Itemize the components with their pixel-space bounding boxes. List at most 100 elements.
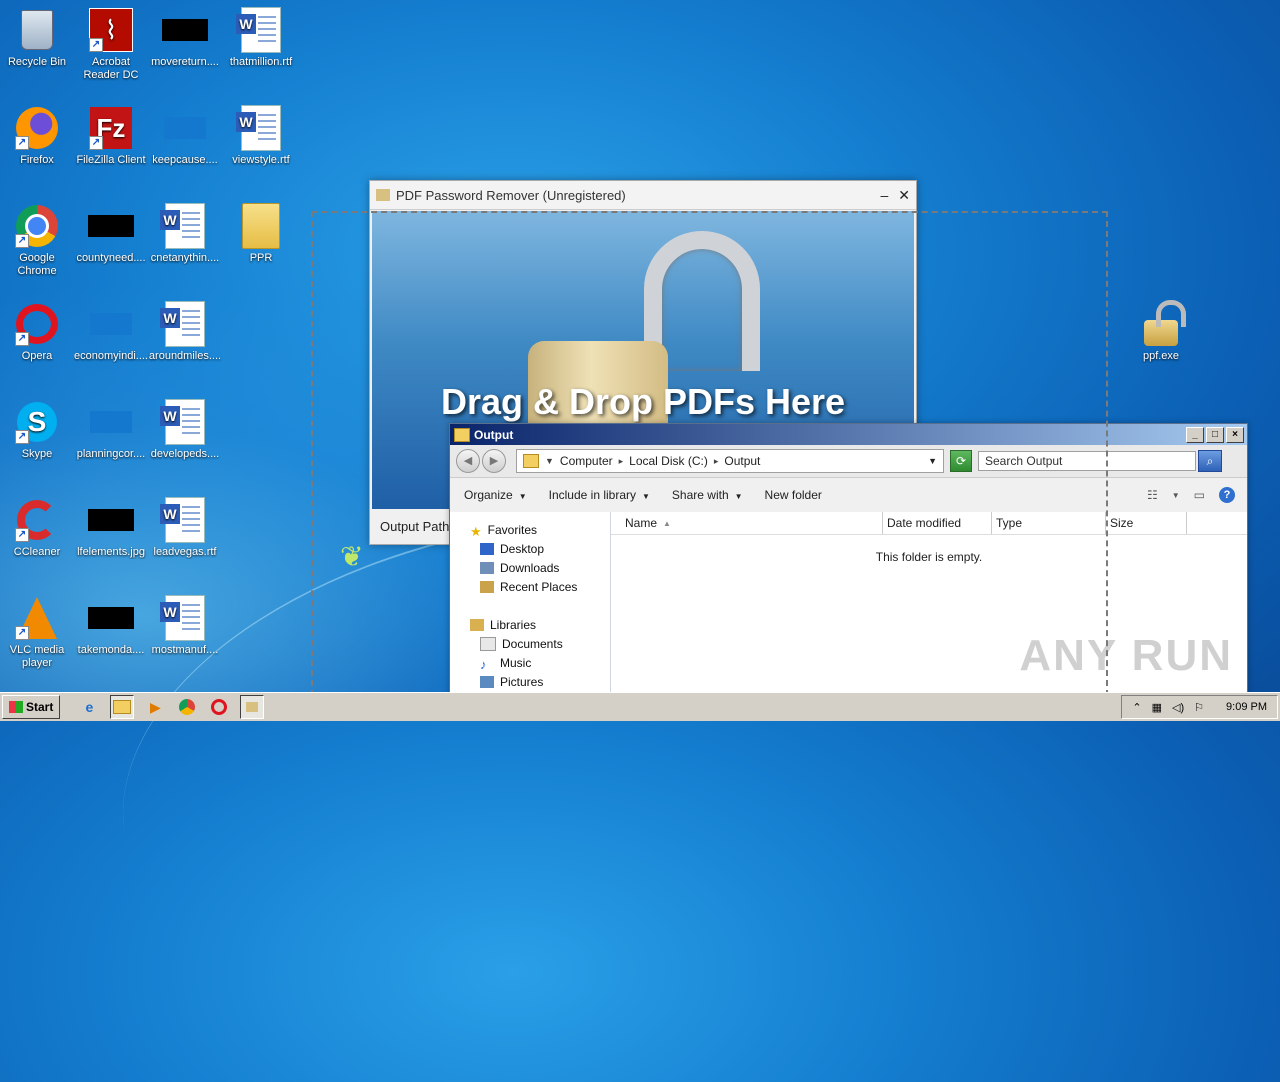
address-row: ◀ ▶ ▼ Computer ▸ Local Disk (C:) ▸ Outpu… [450,445,1247,478]
network-icon[interactable]: ▦ [1152,701,1162,714]
include-in-library-button[interactable]: Include in library ▼ [549,488,650,502]
close-button[interactable]: × [1226,426,1244,443]
share-label: Share with [671,488,729,502]
desktop-icon-takemonda[interactable]: takemonda.... [74,594,148,657]
desktop-icon-vlc[interactable]: ↗ VLC media player [0,594,74,670]
chevron-up-icon[interactable]: ⌃ [1132,701,1141,714]
breadcrumb-output[interactable]: Output [724,454,760,468]
desktop-icon-acrobat[interactable]: ⌇ ↗ Acrobat Reader DC [74,6,148,82]
nav-label: Downloads [500,560,560,575]
maximize-button[interactable]: □ [1206,426,1224,443]
desktop-icon-label: VLC media player [9,644,65,669]
explorer-title: Output [474,427,514,442]
nav-desktop[interactable]: Desktop [450,539,610,558]
minimize-button[interactable]: _ [1186,426,1204,443]
word-document-icon [160,496,209,544]
desktop-icon-lfelements[interactable]: lfelements.jpg [74,496,148,559]
breadcrumb-computer[interactable]: Computer [560,454,613,468]
desktop-icon-chrome[interactable]: ↗ Google Chrome [0,202,74,278]
nav-favorites[interactable]: ★ Favorites [450,520,610,539]
desktop-icon-ppf-exe[interactable]: ppf.exe [1124,300,1198,363]
desktop-icon-movereturn[interactable]: movereturn.... [148,6,222,69]
chevron-right-icon[interactable]: ▸ [714,456,719,467]
internet-explorer-icon[interactable]: e [78,696,100,718]
desktop-icon-skype[interactable]: S ↗ Skype [0,398,74,461]
desktop-icon-aroundmiles[interactable]: aroundmiles.... [148,300,222,363]
desktop-icon-thatmillion[interactable]: thatmillion.rtf [224,6,298,69]
nav-documents[interactable]: Documents [450,634,610,653]
volume-icon[interactable]: ◁) [1172,701,1184,714]
nav-label: Favorites [487,522,538,537]
address-dropdown-icon[interactable]: ▼ [928,456,937,466]
new-folder-button[interactable]: New folder [765,488,822,502]
desktop-icon-label: leadvegas.rtf [153,546,217,558]
desktop-icon-planningcor[interactable]: planningcor.... [74,398,148,461]
explorer-titlebar[interactable]: Output _ □ × [450,424,1247,445]
desktop-icon-mostmanuf[interactable]: mostmanuf.... [148,594,222,657]
address-bar[interactable]: ▼ Computer ▸ Local Disk (C:) ▸ Output ▼ [516,449,944,473]
desktop-icon-keepcause[interactable]: keepcause.... [148,104,222,167]
folder-icon [523,454,539,468]
start-button[interactable]: Start [2,695,61,719]
folder-icon [237,202,285,250]
desktop-icon-recycle-bin[interactable]: Recycle Bin [0,6,74,69]
nav-music[interactable]: ♪ Music [450,653,610,672]
desktop-icon-firefox[interactable]: ↗ Firefox [0,104,74,167]
explorer-window[interactable]: Output _ □ × ◀ ▶ ▼ Computer ▸ Local Disk… [449,423,1248,700]
desktop-icon-label: lfelements.jpg [77,546,145,558]
column-label: Type [996,516,1023,530]
chevron-down-icon[interactable]: ▼ [545,456,554,466]
file-explorer-icon[interactable] [110,695,135,719]
view-options-icon[interactable]: ☷ [1147,488,1158,502]
column-label: Size [1110,516,1134,530]
desktop-icon-opera[interactable]: ↗ Opera [0,300,74,363]
opera-icon[interactable] [208,696,230,718]
nav-label: Documents [502,636,563,651]
desktop-icon-ppr[interactable]: PPR [224,202,298,265]
pdf-password-remover-taskbar-icon[interactable] [240,695,265,719]
search-input[interactable]: Search Output [978,451,1196,471]
window-titlebar[interactable]: PDF Password Remover (Unregistered) – ✕ [370,181,916,210]
nav-libraries[interactable]: Libraries [450,615,610,634]
forward-button[interactable]: ▶ [482,449,506,473]
column-type[interactable]: Type [992,512,1106,534]
back-button[interactable]: ◀ [456,449,480,473]
desktop-icon-ccleaner[interactable]: ↗ CCleaner [0,496,74,559]
desktop-icon-viewstyle[interactable]: viewstyle.rtf [224,104,298,167]
chevron-down-icon[interactable]: ▼ [1172,491,1180,500]
refresh-button[interactable]: ⟳ [950,450,972,472]
column-size[interactable]: Size [1106,512,1187,534]
desktop-icon-label: Firefox [20,154,54,166]
media-player-icon[interactable]: ▶ [144,696,166,718]
file-list[interactable]: Name ▲ Date modified Type Size This folde… [611,512,1247,699]
preview-pane-icon[interactable]: ▭ [1194,488,1205,502]
taskbar: Start e ▶ ⌃ ▦ ◁) ⚐ 9:09 PM [0,692,1280,721]
desktop-icon-economyindi[interactable]: economyindi.... [74,300,148,363]
help-icon[interactable]: ? [1219,487,1235,503]
chevron-right-icon[interactable]: ▸ [619,456,624,467]
column-date-modified[interactable]: Date modified [883,512,992,534]
share-with-button[interactable]: Share with ▼ [672,488,743,502]
action-center-flag-icon[interactable]: ⚐ [1194,701,1204,714]
nav-pictures[interactable]: Pictures [450,672,610,691]
desktop-icon-filezilla[interactable]: Fz ↗ FileZilla Client [74,104,148,167]
desktop-icon-label: viewstyle.rtf [232,154,290,166]
breadcrumb-local-disk[interactable]: Local Disk (C:) [629,454,708,468]
nav-label: Music [500,655,532,670]
desktop-icon-cnetanythin[interactable]: cnetanythin.... [148,202,222,265]
minimize-button[interactable]: – [880,187,888,204]
nav-downloads[interactable]: Downloads [450,558,610,577]
chrome-icon[interactable] [176,696,198,718]
recent-places-icon [480,580,494,593]
desktop-icon-developeds[interactable]: developeds.... [148,398,222,461]
desktop-icon-leadvegas[interactable]: leadvegas.rtf [148,496,222,559]
organize-button[interactable]: Organize ▼ [464,488,527,502]
close-button[interactable]: ✕ [898,187,910,204]
search-icon[interactable]: ⌕ [1198,450,1222,472]
word-document-icon [236,104,285,152]
nav-recent-places[interactable]: Recent Places [450,577,610,596]
column-name[interactable]: Name ▲ [611,512,883,534]
clock[interactable]: 9:09 PM [1226,701,1267,713]
desktop-icon-countyneed[interactable]: countyneed.... [74,202,148,265]
